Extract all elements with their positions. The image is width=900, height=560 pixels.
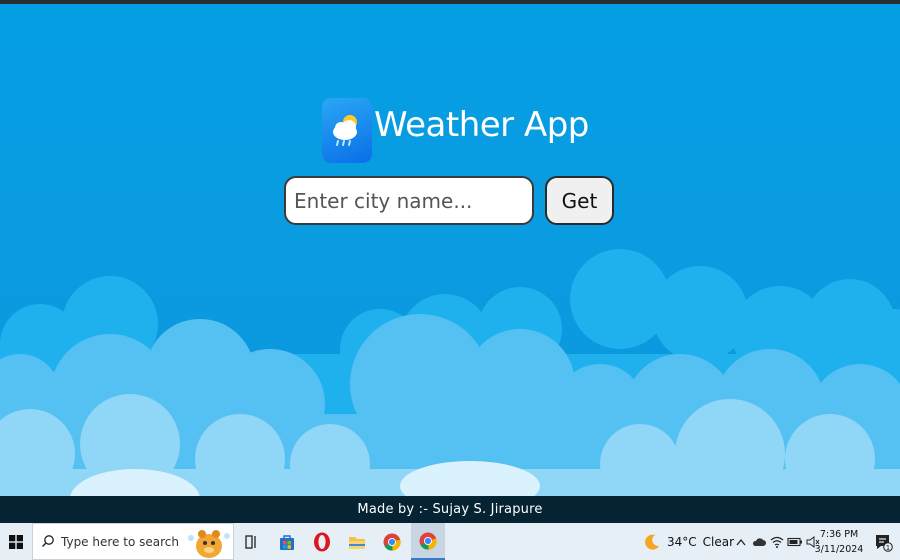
city-search-input[interactable] — [284, 176, 534, 225]
onedrive-cloud-icon[interactable] — [751, 534, 767, 550]
app-header: Weather App — [322, 97, 589, 163]
file-explorer-button[interactable] — [340, 523, 374, 560]
chrome-icon — [383, 533, 401, 551]
windows-start-icon — [9, 534, 23, 549]
search-icon — [42, 535, 54, 547]
footer-credit: Made by :- Sujay S. Jirapure — [357, 502, 543, 517]
app-title: Weather App — [374, 105, 589, 145]
taskbar-search-placeholder: Type here to search — [61, 535, 179, 549]
get-weather-button[interactable]: Get — [545, 176, 614, 225]
chevron-up-icon[interactable] — [733, 534, 749, 550]
chrome-active-window-button[interactable] — [411, 523, 445, 560]
battery-icon[interactable] — [787, 534, 803, 550]
chrome-icon — [419, 532, 437, 550]
taskbar-clock[interactable]: 7:36 PM 3/11/2024 — [814, 527, 864, 557]
page-footer: Made by :- Sujay S. Jirapure — [0, 496, 900, 523]
opera-icon — [314, 532, 330, 551]
weather-condition: Clear — [702, 534, 735, 549]
notification-icon: 1 — [876, 534, 893, 552]
system-tray — [733, 523, 823, 560]
task-view-icon — [245, 534, 256, 549]
moon-clear-icon — [645, 534, 659, 550]
microsoft-store-button[interactable] — [270, 523, 304, 560]
notification-count: 1 — [886, 543, 890, 551]
start-button[interactable] — [0, 523, 32, 560]
notification-center-button[interactable]: 1 — [866, 523, 900, 560]
windows-taskbar: Type here to search 34°C Clear 7:36 PM 3… — [0, 523, 900, 560]
folder-icon — [349, 536, 365, 549]
weather-temperature: 34°C — [667, 534, 697, 549]
wifi-icon[interactable] — [769, 534, 785, 550]
clock-time: 7:36 PM — [819, 529, 859, 540]
taskbar-search-box[interactable]: Type here to search — [32, 523, 234, 560]
task-view-button[interactable] — [234, 523, 268, 560]
store-icon — [280, 534, 294, 550]
taskbar-weather-widget[interactable]: 34°C Clear — [643, 523, 734, 560]
chrome-button[interactable] — [375, 523, 409, 560]
clouds-illustration — [0, 249, 900, 496]
clock-date: 3/11/2024 — [814, 544, 864, 555]
weather-cloud-sun-rain-icon — [322, 97, 372, 163]
search-highlight-image — [188, 530, 230, 558]
opera-button[interactable] — [305, 523, 339, 560]
sky-background: Weather App Get — [0, 4, 900, 496]
